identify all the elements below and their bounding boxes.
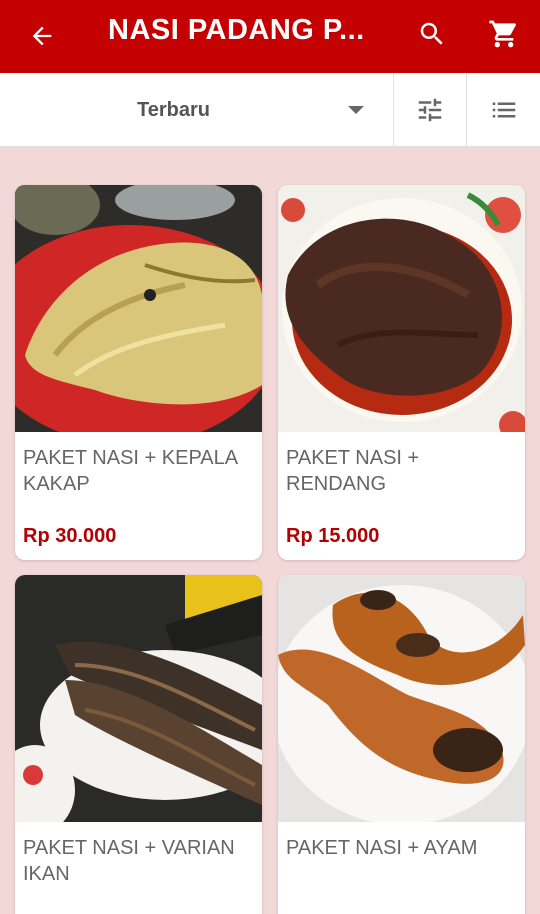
product-price: Rp 30.000 — [23, 525, 117, 547]
product-card[interactable]: PAKET NASI + KEPALA KAKAP Rp 30.000 — [15, 185, 262, 560]
product-card[interactable]: PAKET NASI + AYAM — [278, 575, 525, 914]
cart-icon — [489, 20, 517, 48]
product-price: Rp 15.000 — [286, 525, 380, 547]
cart-button[interactable] — [484, 14, 524, 54]
product-image — [15, 185, 262, 432]
product-image — [278, 575, 525, 822]
back-arrow-icon — [32, 26, 52, 46]
product-card[interactable]: PAKET NASI + RENDANG Rp 15.000 — [278, 185, 525, 560]
sort-filter-bar: Terbaru — [0, 73, 540, 147]
chevron-down-icon — [348, 106, 364, 114]
search-button[interactable] — [412, 14, 452, 54]
product-image — [278, 185, 525, 432]
product-name: PAKET NASI + AYAM — [286, 837, 478, 859]
filter-icon — [418, 98, 442, 122]
list-view-icon — [492, 102, 515, 118]
sort-dropdown[interactable]: Terbaru — [0, 73, 393, 147]
list-view-button[interactable] — [467, 73, 540, 147]
product-name: PAKET NASI + RENDANG — [286, 447, 420, 495]
sort-label: Terbaru — [137, 99, 210, 121]
page-title: NASI PADANG P... — [108, 14, 365, 46]
product-card[interactable]: PAKET NASI + VARIAN IKAN — [15, 575, 262, 914]
product-name: PAKET NASI + KEPALA KAKAP — [23, 447, 237, 495]
app-bar: NASI PADANG P... — [0, 0, 540, 73]
back-button[interactable] — [22, 16, 62, 56]
product-image — [15, 575, 262, 822]
product-name: PAKET NASI + VARIAN IKAN — [23, 837, 235, 885]
filter-button[interactable] — [394, 73, 466, 147]
search-icon — [420, 22, 443, 45]
